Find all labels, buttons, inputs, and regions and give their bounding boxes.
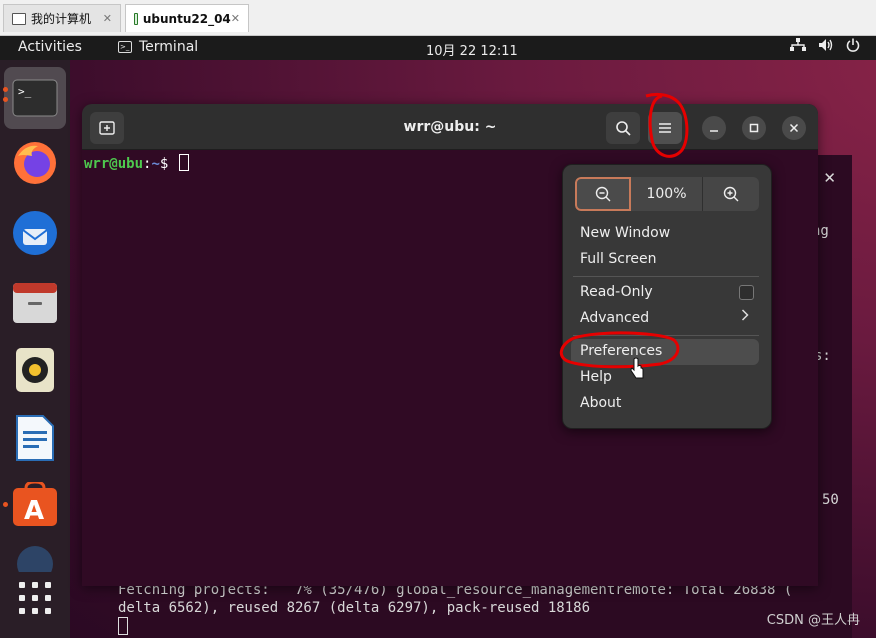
mouse-pointer-icon [630, 357, 644, 379]
annotation-circle-preferences [559, 331, 680, 369]
annotation-layer [559, 92, 689, 369]
watermark: CSDN @王人冉 [766, 613, 860, 628]
annotation-circle-menu [645, 92, 689, 158]
